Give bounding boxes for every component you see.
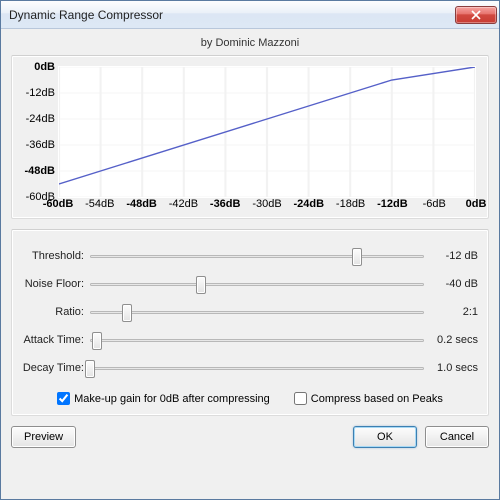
attack-value: 0.2 secs bbox=[424, 334, 478, 346]
cancel-button[interactable]: Cancel bbox=[425, 426, 489, 448]
chart-panel: 0dB-12dB-24dB-36dB-48dB-60dB -60dB-54dB-… bbox=[11, 55, 489, 219]
threshold-label: Threshold: bbox=[22, 250, 90, 262]
ok-button[interactable]: OK bbox=[353, 426, 417, 448]
attack-label: Attack Time: bbox=[22, 334, 90, 346]
makeup-gain-checkbox[interactable]: Make-up gain for 0dB after compressing bbox=[57, 392, 270, 405]
threshold-value: -12 dB bbox=[424, 250, 478, 262]
byline-text: by Dominic Mazzoni bbox=[11, 37, 489, 49]
peaks-input[interactable] bbox=[294, 392, 307, 405]
chart-plot bbox=[59, 67, 475, 197]
footer-spacer bbox=[84, 426, 345, 448]
noisefloor-slider[interactable] bbox=[90, 274, 424, 294]
attack-row: Attack Time: 0.2 secs bbox=[22, 326, 478, 354]
decay-label: Decay Time: bbox=[22, 362, 90, 374]
makeup-gain-label: Make-up gain for 0dB after compressing bbox=[74, 393, 270, 405]
noisefloor-value: -40 dB bbox=[424, 278, 478, 290]
peaks-checkbox[interactable]: Compress based on Peaks bbox=[294, 392, 443, 405]
checkbox-row: Make-up gain for 0dB after compressing C… bbox=[22, 392, 478, 405]
close-icon bbox=[471, 10, 481, 20]
attack-slider[interactable] bbox=[90, 330, 424, 350]
decay-value: 1.0 secs bbox=[424, 362, 478, 374]
controls-panel: Threshold: -12 dB Noise Floor: -40 dB Ra… bbox=[11, 229, 489, 416]
ratio-value: 2:1 bbox=[424, 306, 478, 318]
chart-x-labels: -60dB-54dB-48dB-42dB-36dB-30dB-24dB-18dB… bbox=[58, 198, 476, 214]
ratio-row: Ratio: 2:1 bbox=[22, 298, 478, 326]
decay-slider[interactable] bbox=[90, 358, 424, 378]
noisefloor-label: Noise Floor: bbox=[22, 278, 90, 290]
dialog-content: by Dominic Mazzoni 0dB-12dB-24dB-36dB-48… bbox=[1, 29, 499, 499]
dialog-window: Dynamic Range Compressor by Dominic Mazz… bbox=[0, 0, 500, 500]
preview-button[interactable]: Preview bbox=[11, 426, 76, 448]
window-title: Dynamic Range Compressor bbox=[9, 8, 455, 22]
ratio-label: Ratio: bbox=[22, 306, 90, 318]
decay-row: Decay Time: 1.0 secs bbox=[22, 354, 478, 382]
noisefloor-row: Noise Floor: -40 dB bbox=[22, 270, 478, 298]
threshold-row: Threshold: -12 dB bbox=[22, 242, 478, 270]
ratio-slider[interactable] bbox=[90, 302, 424, 322]
makeup-gain-input[interactable] bbox=[57, 392, 70, 405]
chart-area: 0dB-12dB-24dB-36dB-48dB-60dB bbox=[58, 66, 476, 198]
threshold-slider[interactable] bbox=[90, 246, 424, 266]
close-button[interactable] bbox=[455, 6, 497, 24]
chart-y-labels: 0dB-12dB-24dB-36dB-48dB-60dB bbox=[21, 67, 57, 197]
peaks-label: Compress based on Peaks bbox=[311, 393, 443, 405]
dialog-footer: Preview OK Cancel bbox=[11, 426, 489, 448]
titlebar: Dynamic Range Compressor bbox=[1, 1, 499, 29]
